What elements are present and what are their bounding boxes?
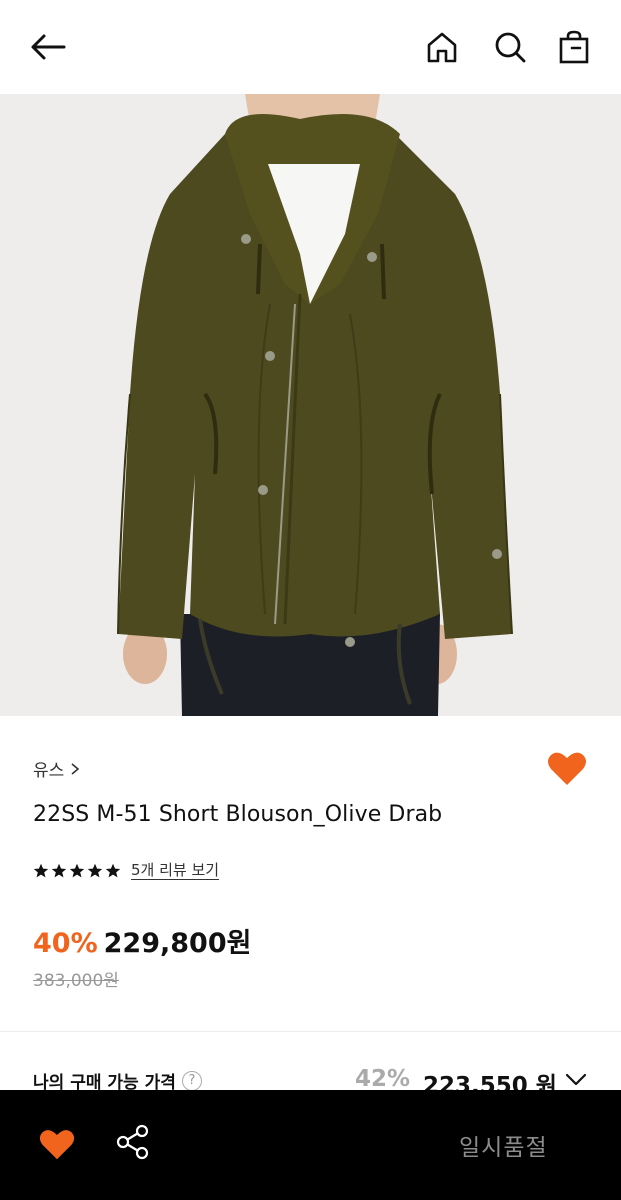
sold-out-status: 일시품절	[459, 1135, 548, 1161]
search-icon	[495, 32, 526, 63]
share-icon	[116, 1124, 149, 1160]
home-button[interactable]	[424, 27, 460, 67]
search-button[interactable]	[492, 27, 528, 67]
review-link[interactable]: 5개 리뷰 보기	[131, 862, 220, 880]
home-icon	[427, 32, 457, 63]
star-icon	[87, 863, 103, 878]
back-button[interactable]	[28, 30, 68, 64]
cart-button[interactable]	[556, 27, 592, 67]
star-icon	[105, 863, 121, 878]
help-icon[interactable]: ?	[181, 1070, 202, 1091]
price-row: 40% 229,800원	[33, 921, 251, 960]
wishlist-button[interactable]	[546, 748, 588, 788]
discount-rate: 40%	[33, 928, 98, 959]
heart-icon	[548, 752, 586, 785]
bottom-action-bar: 일시품절	[0, 1090, 621, 1200]
chevron-right-icon	[71, 762, 80, 775]
brand-link[interactable]: 유스	[33, 756, 80, 781]
rating: 5개 리뷰 보기	[33, 862, 220, 880]
bottom-wishlist-button[interactable]	[38, 1126, 76, 1162]
share-button[interactable]	[116, 1124, 150, 1160]
product-image[interactable]	[0, 94, 621, 716]
brand-name: 유스	[33, 761, 65, 781]
star-icon	[69, 863, 85, 878]
product-title: 22SS M-51 Short Blouson_Olive Drab	[33, 802, 443, 827]
heart-icon	[39, 1130, 75, 1160]
rating-stars	[33, 863, 121, 879]
star-icon	[33, 863, 49, 878]
top-bar	[0, 0, 621, 94]
jacket-illustration	[0, 94, 621, 716]
my-price-discount: 42%	[355, 1066, 411, 1092]
chevron-down-icon[interactable]	[564, 1070, 588, 1088]
sale-price: 229,800원	[103, 928, 252, 959]
shopping-bag-icon	[559, 30, 589, 64]
arrow-left-icon	[31, 34, 66, 60]
original-price: 383,000원	[33, 971, 119, 991]
star-icon	[51, 863, 67, 878]
divider	[0, 1031, 621, 1032]
